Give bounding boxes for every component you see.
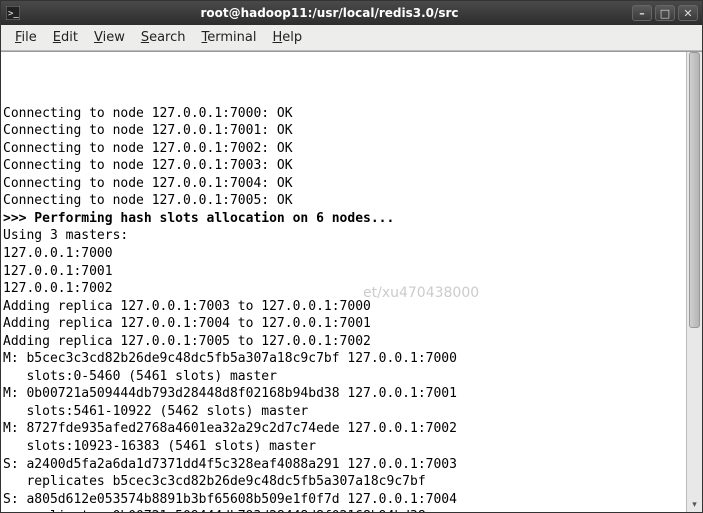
terminal-window: >_ root@hadoop11:/usr/local/redis3.0/src… <box>0 0 703 513</box>
terminal-line: replicates 0b00721a509444db793d28448d8f0… <box>3 508 684 512</box>
terminal-line: Adding replica 127.0.0.1:7005 to 127.0.0… <box>3 333 684 351</box>
terminal-line: Connecting to node 127.0.0.1:7004: OK <box>3 175 684 193</box>
menu-file[interactable]: File <box>9 28 43 47</box>
menu-view[interactable]: View <box>88 28 131 47</box>
terminal-line: Connecting to node 127.0.0.1:7002: OK <box>3 140 684 158</box>
terminal-line: S: a805d612e053574b8891b3bf65608b509e1f0… <box>3 491 684 509</box>
window-controls: – □ ✕ <box>632 5 698 21</box>
menu-help-rest: elp <box>282 30 302 45</box>
terminal-line: slots:0-5460 (5461 slots) master <box>3 368 684 386</box>
menu-file-rest: ile <box>22 30 37 45</box>
terminal-line: slots:10923-16383 (5461 slots) master <box>3 438 684 456</box>
terminal-line: Adding replica 127.0.0.1:7004 to 127.0.0… <box>3 315 684 333</box>
scroll-thumb[interactable] <box>689 52 700 328</box>
terminal-line: 127.0.0.1:7000 <box>3 245 684 263</box>
terminal-line: Using 3 masters: <box>3 227 684 245</box>
menu-help[interactable]: Help <box>266 28 308 47</box>
svg-text:>_: >_ <box>8 9 19 19</box>
terminal-line: slots:5461-10922 (5462 slots) master <box>3 403 684 421</box>
terminal-app-icon: >_ <box>5 5 21 21</box>
terminal-line: Connecting to node 127.0.0.1:7001: OK <box>3 122 684 140</box>
maximize-button[interactable]: □ <box>655 5 675 21</box>
menu-terminal[interactable]: Terminal <box>196 28 263 47</box>
menu-edit[interactable]: Edit <box>47 28 84 47</box>
terminal-line: M: 0b00721a509444db793d28448d8f02168b94b… <box>3 385 684 403</box>
terminal-line: Connecting to node 127.0.0.1:7003: OK <box>3 157 684 175</box>
terminal-line: M: 8727fde935afed2768a4601ea32a29c2d7c74… <box>3 420 684 438</box>
menu-edit-rest: dit <box>61 30 78 45</box>
minimize-button[interactable]: – <box>632 5 652 21</box>
scrollbar[interactable]: ▾ <box>686 52 702 512</box>
terminal-output[interactable]: et/xu470438000 Connecting to node 127.0.… <box>1 52 686 512</box>
menu-view-rest: iew <box>103 30 125 45</box>
terminal-line: S: a2400d5fa2a6da1d7371dd4f5c328eaf4088a… <box>3 456 684 474</box>
terminal-line: Connecting to node 127.0.0.1:7000: OK <box>3 105 684 123</box>
terminal-container: et/xu470438000 Connecting to node 127.0.… <box>1 51 702 512</box>
terminal-line: replicates b5cec3c3cd82b26de9c48dc5fb5a3… <box>3 473 684 491</box>
titlebar[interactable]: >_ root@hadoop11:/usr/local/redis3.0/src… <box>1 1 702 25</box>
window-title: root@hadoop11:/usr/local/redis3.0/src <box>27 6 632 20</box>
scroll-down-icon[interactable]: ▾ <box>689 498 700 512</box>
terminal-line: 127.0.0.1:7002 <box>3 280 684 298</box>
terminal-line: Connecting to node 127.0.0.1:7005: OK <box>3 192 684 210</box>
close-button[interactable]: ✕ <box>678 5 698 21</box>
menubar: File Edit View Search Terminal Help <box>1 25 702 51</box>
terminal-line: M: b5cec3c3cd82b26de9c48dc5fb5a307a18c9c… <box>3 350 684 368</box>
menu-search-rest: earch <box>149 30 185 45</box>
menu-terminal-rest: erminal <box>207 30 256 45</box>
menu-search[interactable]: Search <box>135 28 192 47</box>
terminal-line: Adding replica 127.0.0.1:7003 to 127.0.0… <box>3 298 684 316</box>
terminal-line: 127.0.0.1:7001 <box>3 263 684 281</box>
terminal-line: >>> Performing hash slots allocation on … <box>3 210 684 228</box>
